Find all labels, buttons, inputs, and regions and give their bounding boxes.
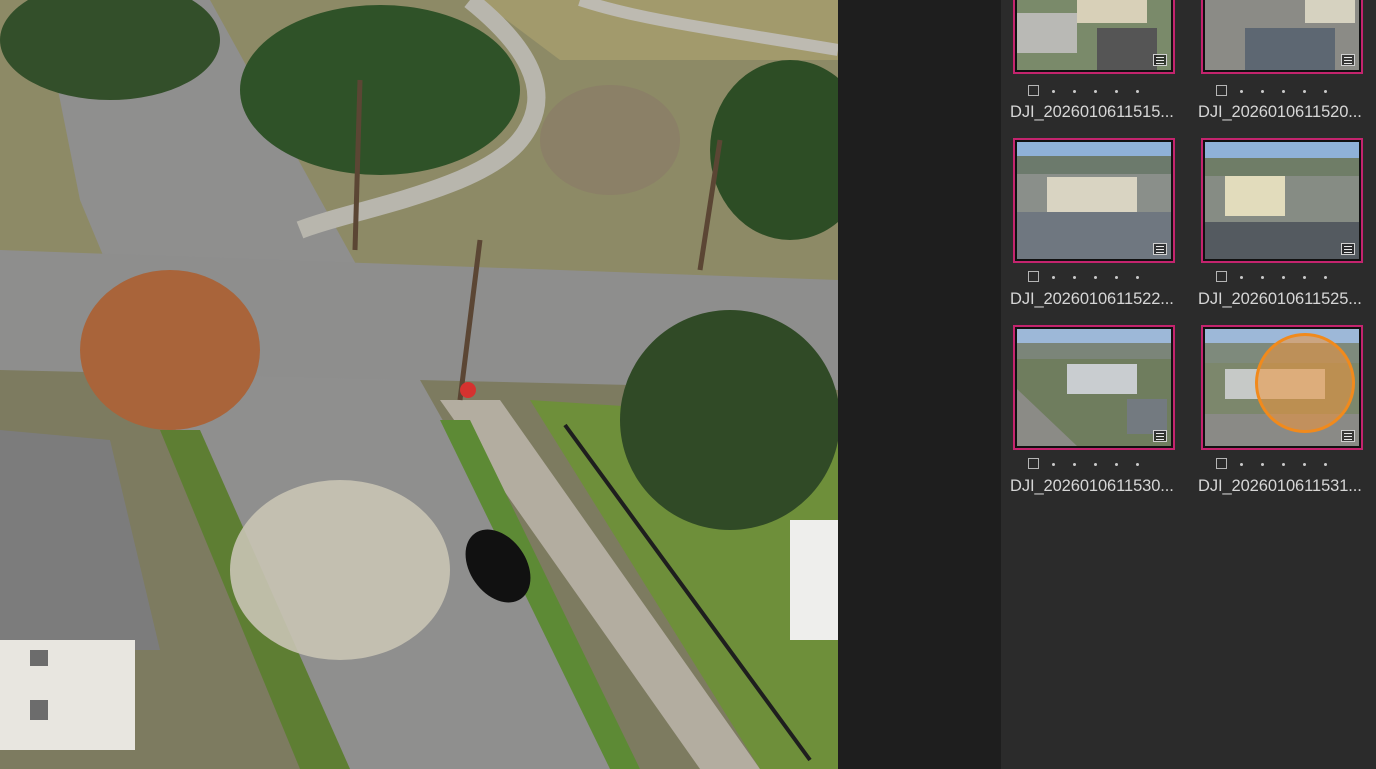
rating-dot[interactable] [1282,90,1285,93]
thumbnail-filename: DJI_2026010611520... [1198,103,1362,121]
rating-dot[interactable] [1052,90,1055,93]
rating-dot[interactable] [1136,90,1139,93]
thumbnail-filename: DJI_2026010611530... [1010,477,1174,495]
rating-dot[interactable] [1115,463,1118,466]
rating-dot[interactable] [1136,276,1139,279]
thumbnail-filename: DJI_2026010611515... [1010,103,1174,121]
thumbnail[interactable] [1201,138,1363,263]
rating-dot[interactable] [1094,276,1097,279]
thumbnail-image [1205,142,1359,259]
thumbnail-image [1205,329,1359,446]
thumbnail-filename: DJI_2026010611522... [1010,290,1174,308]
aerial-photo [0,0,838,769]
rating-dot[interactable] [1094,90,1097,93]
thumbnail-filename: DJI_2026010611531... [1198,477,1362,495]
thumbnail[interactable] [1201,0,1363,74]
rating-row [1216,271,1366,287]
metadata-icon [1153,430,1167,442]
thumbnail[interactable] [1013,325,1175,450]
rating-dot[interactable] [1240,463,1243,466]
select-checkbox[interactable] [1216,85,1227,96]
rating-dot[interactable] [1240,276,1243,279]
thumbnail[interactable] [1013,138,1175,263]
rating-dot[interactable] [1324,90,1327,93]
select-checkbox[interactable] [1028,271,1039,282]
rating-dot[interactable] [1115,90,1118,93]
filmstrip-panel[interactable]: DJI_2026010611515... DJI_2026010611520..… [1001,0,1376,769]
rating-dot[interactable] [1094,463,1097,466]
rating-dot[interactable] [1261,90,1264,93]
select-checkbox[interactable] [1216,458,1227,469]
rating-dot[interactable] [1303,90,1306,93]
thumbnail[interactable] [1013,0,1175,74]
select-checkbox[interactable] [1216,271,1227,282]
metadata-icon [1341,430,1355,442]
rating-dot[interactable] [1136,463,1139,466]
thumbnail-filename: DJI_2026010611525... [1198,290,1362,308]
rating-dot[interactable] [1052,276,1055,279]
rating-dot[interactable] [1282,276,1285,279]
rating-dot[interactable] [1324,276,1327,279]
thumbnail-image [1017,0,1171,70]
main-image-preview[interactable] [0,0,838,769]
rating-row [1028,85,1178,101]
metadata-icon [1341,54,1355,66]
rating-dot[interactable] [1115,276,1118,279]
rating-dot[interactable] [1073,276,1076,279]
select-checkbox[interactable] [1028,458,1039,469]
rating-dot[interactable] [1073,90,1076,93]
thumbnail-image [1017,142,1171,259]
rating-dot[interactable] [1073,463,1076,466]
metadata-icon [1341,243,1355,255]
panel-divider [838,0,1001,769]
rating-dot[interactable] [1261,276,1264,279]
rating-row [1028,458,1178,474]
rating-dot[interactable] [1324,463,1327,466]
rating-dot[interactable] [1261,463,1264,466]
rating-row [1216,458,1366,474]
rating-dot[interactable] [1282,463,1285,466]
metadata-icon [1153,54,1167,66]
rating-dot[interactable] [1303,276,1306,279]
rating-row [1216,85,1366,101]
rating-dot[interactable] [1052,463,1055,466]
thumbnail-image [1017,329,1171,446]
rating-dot[interactable] [1240,90,1243,93]
metadata-icon [1153,243,1167,255]
rating-dot[interactable] [1303,463,1306,466]
select-checkbox[interactable] [1028,85,1039,96]
thumbnail-image [1205,0,1359,70]
thumbnail[interactable] [1201,325,1363,450]
rating-row [1028,271,1178,287]
